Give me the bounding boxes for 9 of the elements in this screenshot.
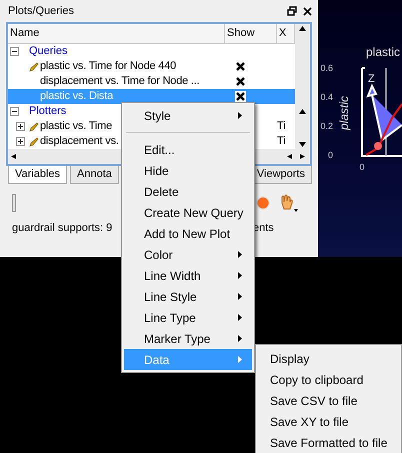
status-text: guardrail supports: 9: [12, 220, 114, 236]
x-value: Ti: [277, 134, 286, 150]
row-label: displacement vs. Time for Node ...: [40, 74, 200, 90]
row-label: plastic vs. Dista: [40, 89, 114, 104]
x-value: Ti: [277, 119, 286, 134]
panel-title: Plots/Queries: [8, 4, 74, 19]
row-label: plastic vs. Time: [40, 119, 112, 134]
row-label: plastic vs. Time for Node 440: [40, 59, 176, 74]
row-label: displacement vs.: [40, 134, 119, 150]
